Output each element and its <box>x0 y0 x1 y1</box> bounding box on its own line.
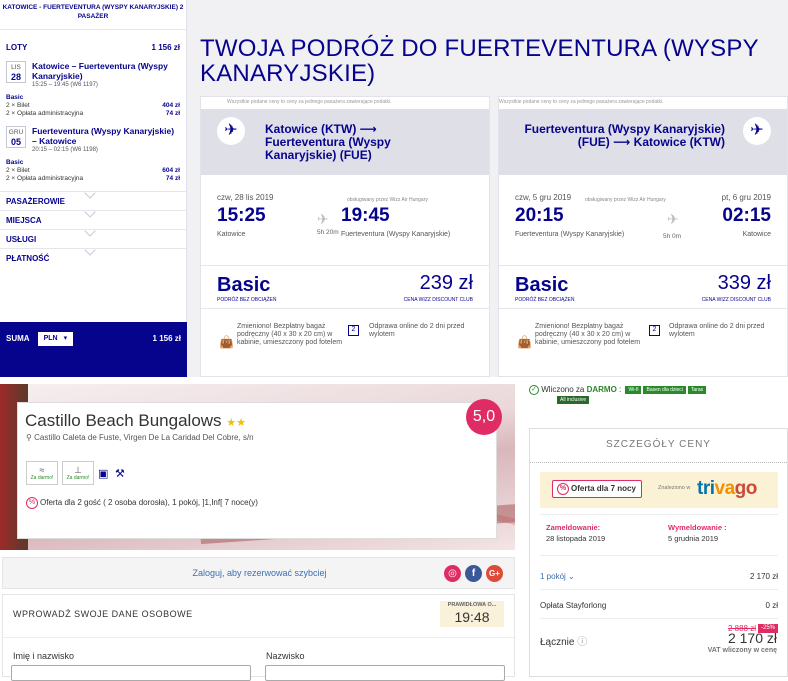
bag-icon: 👜 <box>517 335 532 349</box>
return-price: 339 zł <box>717 272 771 294</box>
help-icon: ⓘ <box>577 637 588 648</box>
outbound-times: czw, 28 lis 2019 obsługiwany przez Wizz … <box>217 193 451 238</box>
inbound-title: Fuerteventura (Wyspy Kanaryjskie) – Kato… <box>32 126 175 153</box>
outbound-flight: LIS 28 Katowice – Fuerteventura (Wyspy K… <box>0 61 186 90</box>
sum-total: 1 156 zł <box>152 334 181 343</box>
form-title: WPROWADŹ SWOJE DANE OSOBOWE <box>13 609 193 619</box>
outbound-date: LIS 28 <box>6 61 26 83</box>
total-label: Łącznie ⓘ <box>540 637 588 648</box>
surname-label: Nazwisko <box>266 651 305 661</box>
flights-row: LOTY 1 156 zł <box>0 38 186 56</box>
hotel-name: Castillo Beach Bungalows ★★ <box>25 411 247 430</box>
arrow-icon: ✈ <box>317 211 329 227</box>
return-card: Wszystkie podane ceny to ceny za jednego… <box>498 96 788 377</box>
rooms-row: 1 pokój ⌄ 2 170 zł <box>540 572 778 581</box>
vat-note: VAT wliczony w cenę <box>707 647 777 654</box>
flights-total: 1 156 zł <box>151 42 180 52</box>
page-title: TWOJA PODRÓŻ DO FUERTEVENTURA (WYSPY KAN… <box>200 35 759 87</box>
star-rating: ★★ <box>226 417 247 429</box>
surname-input[interactable] <box>265 665 505 681</box>
amenity-parking: ⊥ Za darmo! <box>62 461 94 485</box>
outbound-fare-plan[interactable]: Basic PODRÓŻ BEZ OBCIĄŻEŃ 239 zł CENA WI… <box>201 265 489 309</box>
outbound-price: 239 zł <box>419 272 473 294</box>
plane-icon: ✈ <box>217 117 245 145</box>
section-payment[interactable]: PŁATNOŚĆ <box>0 244 186 267</box>
currency-select[interactable]: PLN ▾ <box>37 332 74 346</box>
percent-icon: % <box>26 497 38 509</box>
trivago-logo: trivago <box>697 478 757 499</box>
instagram-login-icon[interactable]: ◎ <box>444 565 461 582</box>
validity-timer: PRAWIDŁOWA O... 19:48 <box>440 601 504 627</box>
departure-time: 15:25 <box>217 205 266 226</box>
sum-bar: SUMA PLN ▾ 1 156 zł <box>0 322 187 377</box>
return-times: czw, 5 gru 2019 obsługiwany przez Wizz A… <box>515 193 771 240</box>
tools-icon: ⚒ <box>115 468 125 480</box>
facebook-login-icon[interactable]: f <box>465 565 482 582</box>
rooms-toggle[interactable]: 1 pokój ⌄ <box>540 572 575 581</box>
chevron-down-icon: ⌄ <box>568 572 575 581</box>
stay-dates: Zameldowanie: 28 listopada 2019 Wymeldowa… <box>540 514 778 556</box>
inbound-flight: GRU 05 Fuerteventura (Wyspy Kanaryjskie)… <box>0 126 186 155</box>
caret-down-icon: ▾ <box>63 335 68 342</box>
personal-data-form: WPROWADŹ SWOJE DANE OSOBOWE PRAWIDŁOWA O… <box>2 594 515 681</box>
hotel-address: ⚲ Castillo Caleta de Fuste, Virgen De La… <box>26 433 254 442</box>
return-card-head: ✈ Fuerteventura (Wyspy Kanaryjskie) (FUE… <box>499 109 787 175</box>
login-bar: Zaloguj, aby rezerwować szybciej ◎ f G+ <box>2 557 515 589</box>
wifi-icon: ≈ <box>39 465 45 475</box>
fee-row: Opłata Stayforlong 0 zł <box>540 601 778 610</box>
offer-summary: % Oferta dla 2 gość ( 2 osoba dorosła), 1… <box>26 497 258 509</box>
inbound-date: GRU 05 <box>6 126 26 148</box>
calendar-icon: 2 <box>649 325 660 336</box>
bag-icon: 👜 <box>219 335 234 349</box>
arrival-time: 19:45 <box>341 205 390 226</box>
price-details: SZCZEGÓŁY CENY % Oferta dla 7 nocy Znalez… <box>529 428 788 677</box>
calendar-icon: 2 <box>348 325 359 336</box>
offer-pill: % Oferta dla 7 nocy <box>552 480 642 498</box>
price-details-title: SZCZEGÓŁY CENY <box>606 439 711 450</box>
name-label: Imię i nazwisko <box>13 651 75 661</box>
price-note: Wszystkie podane ceny to ceny za jednego… <box>227 99 392 105</box>
promo-banner: % Oferta dla 7 nocy Znaleziono w trivago <box>540 472 778 508</box>
amenity-wifi: ≈ Za darmo! <box>26 461 58 485</box>
booking-sidebar: KATOWICE - FUERTEVENTURA (WYSPY KANARYJS… <box>0 0 187 377</box>
plane-icon: ✈ <box>743 117 771 145</box>
arrow-icon: ✈ <box>667 211 679 227</box>
percent-icon: % <box>557 482 569 495</box>
included-free: ✓ Wliczono za DARMO : Wi-fi Basen dla dzi… <box>529 385 707 404</box>
outbound-card-head: ✈ Katowice (KTW) ⟶ Fuerteventura (Wyspy … <box>201 109 489 175</box>
location-pin-icon: ⚲ <box>26 433 32 442</box>
outbound-route: Katowice (KTW) ⟶ Fuerteventura (Wyspy Ka… <box>265 122 391 162</box>
outbound-title: Katowice – Fuerteventura (Wyspy Kanaryjs… <box>32 61 168 88</box>
return-fare-plan[interactable]: Basic PODRÓŻ BEZ OBCIĄŻEŃ 339 zł CENA WI… <box>499 265 787 309</box>
hotel-info-card: Castillo Beach Bungalows ★★ ⚲ Castillo C… <box>17 402 497 539</box>
section-seats[interactable]: MIEJSCA <box>0 206 186 229</box>
arrival-time: 02:15 <box>722 205 771 226</box>
parking-icon: ⊥ <box>74 465 82 475</box>
departure-time: 20:15 <box>515 205 564 226</box>
name-input[interactable] <box>11 665 251 681</box>
return-route: Fuerteventura (Wyspy Kanaryjskie) (FUE) … <box>524 122 725 149</box>
section-services[interactable]: USŁUGI <box>0 225 186 248</box>
outbound-card: Wszystkie podane ceny to ceny za jednego… <box>200 96 490 377</box>
hotel-booking-panel: Castillo Beach Bungalows ★★ ⚲ Castillo C… <box>0 377 788 681</box>
check-circle-icon: ✓ <box>529 385 539 395</box>
google-login-icon[interactable]: G+ <box>486 565 503 582</box>
outbound-fare: Basic 2 × Bilet 404 zł 2 × Opłata adminis… <box>6 94 180 117</box>
wizz-booking-panel: KATOWICE - FUERTEVENTURA (WYSPY KANARYJS… <box>0 0 788 377</box>
sidebar-header: KATOWICE - FUERTEVENTURA (WYSPY KANARYJS… <box>0 0 186 30</box>
review-score: 5,0 <box>466 399 502 435</box>
section-passengers[interactable]: PASAŻEROWIE <box>0 187 186 210</box>
chevron-down-icon <box>84 187 96 199</box>
total-price: 2 170 zł <box>727 630 777 646</box>
login-link[interactable]: Zaloguj, aby rezerwować szybciej <box>3 568 516 578</box>
inbound-fare: Basic 2 × Bilet 604 zł 2 × Opłata adminis… <box>6 159 180 182</box>
gift-icon: ▣ <box>98 468 109 480</box>
sum-label: SUMA <box>6 334 30 343</box>
flights-label: LOTY <box>6 42 28 52</box>
